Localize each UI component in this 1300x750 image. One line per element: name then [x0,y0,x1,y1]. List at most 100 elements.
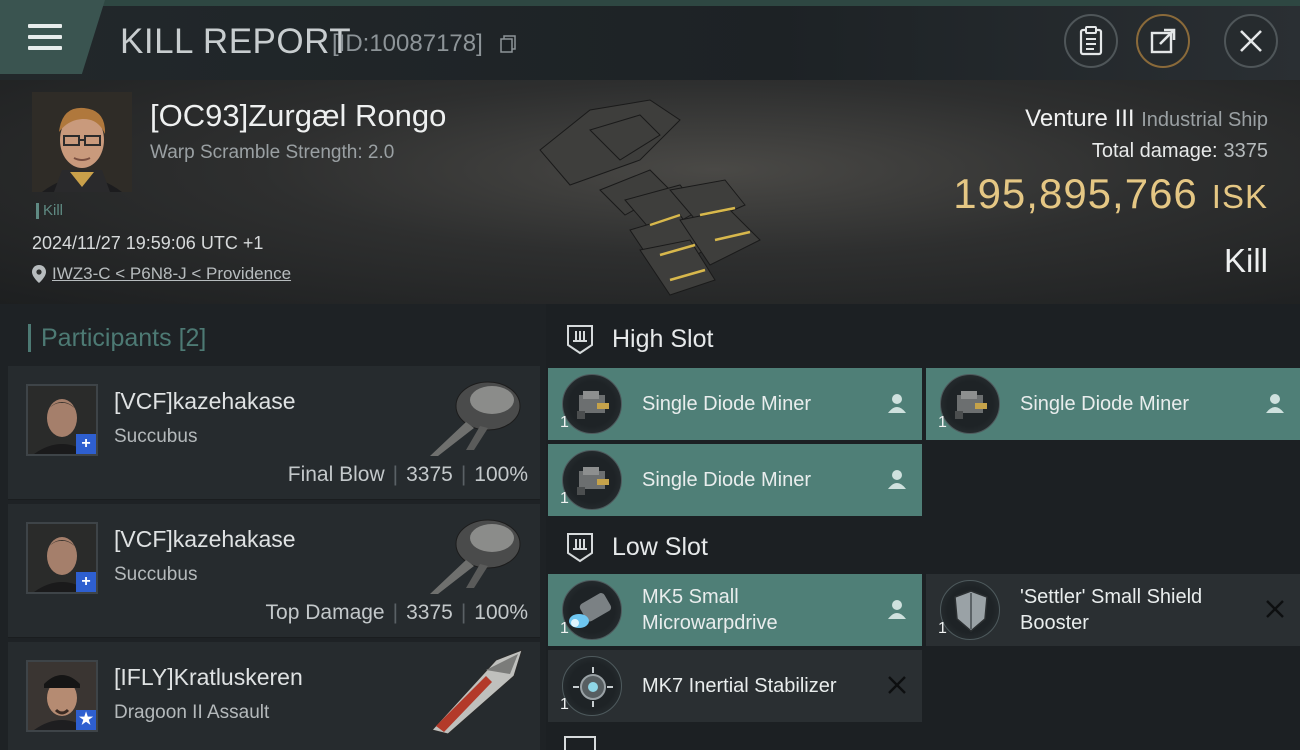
module-name: Single Diode Miner [642,469,811,491]
top-bar: KILL REPORT [ID:10087178] [0,0,1300,80]
mining-laser-icon [940,374,1000,434]
participants-header: Participants [2] [28,324,206,352]
module-item[interactable]: 1 MK5 Small Microwarpdrive [548,574,922,646]
module-item[interactable]: 1 MK7 Inertial Stabilizer [548,650,922,722]
participant-stats: Final Blow | 3375 | 100% [287,463,528,486]
participant-portrait: + [26,384,98,456]
high-slot-header: High Slot [546,308,1300,370]
next-slot-header-edge [564,736,596,750]
participant-ship: Dragoon II Assault [114,702,270,723]
participant-stats: Top Damage | 3375 | 100% [265,601,528,624]
participant-percent: 100% [474,601,528,624]
location-link[interactable]: IWZ3-C < P6N8-J < Providence [32,264,291,284]
pilot-icon [1266,394,1284,413]
participant-name: [VCF]kazehakase [114,388,296,414]
succubus-ship-icon [430,519,521,594]
destroyed-icon [888,676,906,694]
kill-tag: Kill [36,203,63,219]
participant-row[interactable]: ★ [IFLY]Kratluskeren Dragoon II Assault [8,642,540,750]
shield-booster-icon [940,580,1000,640]
copy-icon[interactable] [500,35,516,53]
participant-damage: 3375 [406,463,453,486]
hamburger-menu-icon [28,24,62,50]
inertial-stabilizer-icon [562,656,622,716]
menu-button[interactable] [0,0,105,74]
total-damage-value: 3375 [1223,140,1269,162]
corp-badge-icon: + [76,572,96,592]
participant-ship: Succubus [114,564,198,585]
participants-panel: Participants [2] + [VCF]kazehakase Succu… [0,304,546,750]
kill-time: 2024/11/27 19:59:06 UTC +1 [32,233,264,253]
low-slot-label: Low Slot [612,532,708,561]
isk-value: 195,895,766 ISK [953,170,1268,218]
mining-laser-icon [562,450,622,510]
low-slot-header: Low Slot [546,516,1300,578]
participant-row[interactable]: + [VCF]kazehakase Succubus Top Damage | 33… [8,504,540,638]
pilot-icon [888,394,906,413]
high-slot-label: High Slot [612,324,714,353]
low-slot-icon [567,533,593,563]
close-icon [1240,30,1262,52]
participant-percent: 100% [474,463,528,486]
participant-portrait: ★ [26,660,98,732]
participants-title: Participants [41,324,172,352]
clipboard-icon [1079,26,1103,56]
module-quantity: 1 [938,620,947,637]
page-title: KILL REPORT [120,22,352,61]
succubus-ship-icon [430,381,521,456]
pilot-icon [888,600,906,619]
mining-laser-icon [562,374,622,434]
corp-badge-icon: + [76,434,96,454]
module-name: MK5 Small Microwarpdrive [642,586,778,634]
pilot-portrait-icon [32,92,132,192]
module-name: Single Diode Miner [1020,393,1189,415]
participant-portrait: + [26,522,98,594]
isk-amount: 195,895,766 [953,170,1198,217]
victim-ship[interactable]: Venture III Industrial Ship [1025,105,1268,133]
warp-scramble-strength: Warp Scramble Strength: 2.0 [150,142,395,163]
participant-role: Top Damage [265,601,385,624]
dragoon-ship-icon [431,649,523,734]
total-damage-label: Total damage: [1091,140,1218,162]
destroyed-icon [1266,600,1284,618]
module-quantity: 1 [560,414,569,431]
participants-count: [2] [178,324,207,352]
module-name: 'Settler' Small Shield Booster [1020,586,1203,634]
module-name: MK7 Inertial Stabilizer [642,675,837,697]
module-item[interactable]: 1 Single Diode Miner [548,368,922,440]
module-item[interactable]: 1 Single Diode Miner [548,444,922,516]
high-slot-icon [567,325,593,355]
module-item[interactable]: 1 Single Diode Miner [926,368,1300,440]
participant-name: [VCF]kazehakase [114,526,296,552]
module-quantity: 1 [560,490,569,507]
clipboard-button[interactable] [1064,14,1118,68]
top-bar-accent [100,0,1300,6]
close-button[interactable] [1224,14,1278,68]
victim-portrait[interactable] [32,92,132,192]
pilot-icon [888,470,906,489]
victim-pilot-name[interactable]: [OC93]Zurgæl Rongo [150,98,446,134]
report-id: [ID:10087178] [332,30,483,57]
share-icon [1150,28,1176,54]
module-name: Single Diode Miner [642,393,811,415]
module-quantity: 1 [560,620,569,637]
result-label: Kill [1223,242,1268,279]
location-text[interactable]: IWZ3-C < P6N8-J < Providence [52,264,291,284]
victim-panel: [OC93]Zurgæl Rongo Warp Scramble Strengt… [0,80,1300,304]
total-damage: Total damage: 3375 [1092,140,1268,163]
corp-badge-icon: ★ [76,710,96,730]
ship-name: Venture III [1025,105,1135,132]
participant-row[interactable]: + [VCF]kazehakase Succubus Final Blow | 33… [8,366,540,500]
share-button[interactable] [1136,14,1190,68]
venture-ship-icon [539,99,761,296]
module-quantity: 1 [560,696,569,713]
ship-class: Industrial Ship [1141,109,1268,131]
microwarpdrive-icon [562,580,622,640]
module-item[interactable]: 1 'Settler' Small Shield Booster [926,574,1300,646]
module-quantity: 1 [938,414,947,431]
participant-damage: 3375 [406,601,453,624]
fitting-panel: High Slot 1 Single Diode Miner 1 Single … [546,304,1300,750]
participant-role: Final Blow [287,463,385,486]
isk-unit: ISK [1211,178,1268,215]
participant-name: [IFLY]Kratluskeren [114,664,303,690]
